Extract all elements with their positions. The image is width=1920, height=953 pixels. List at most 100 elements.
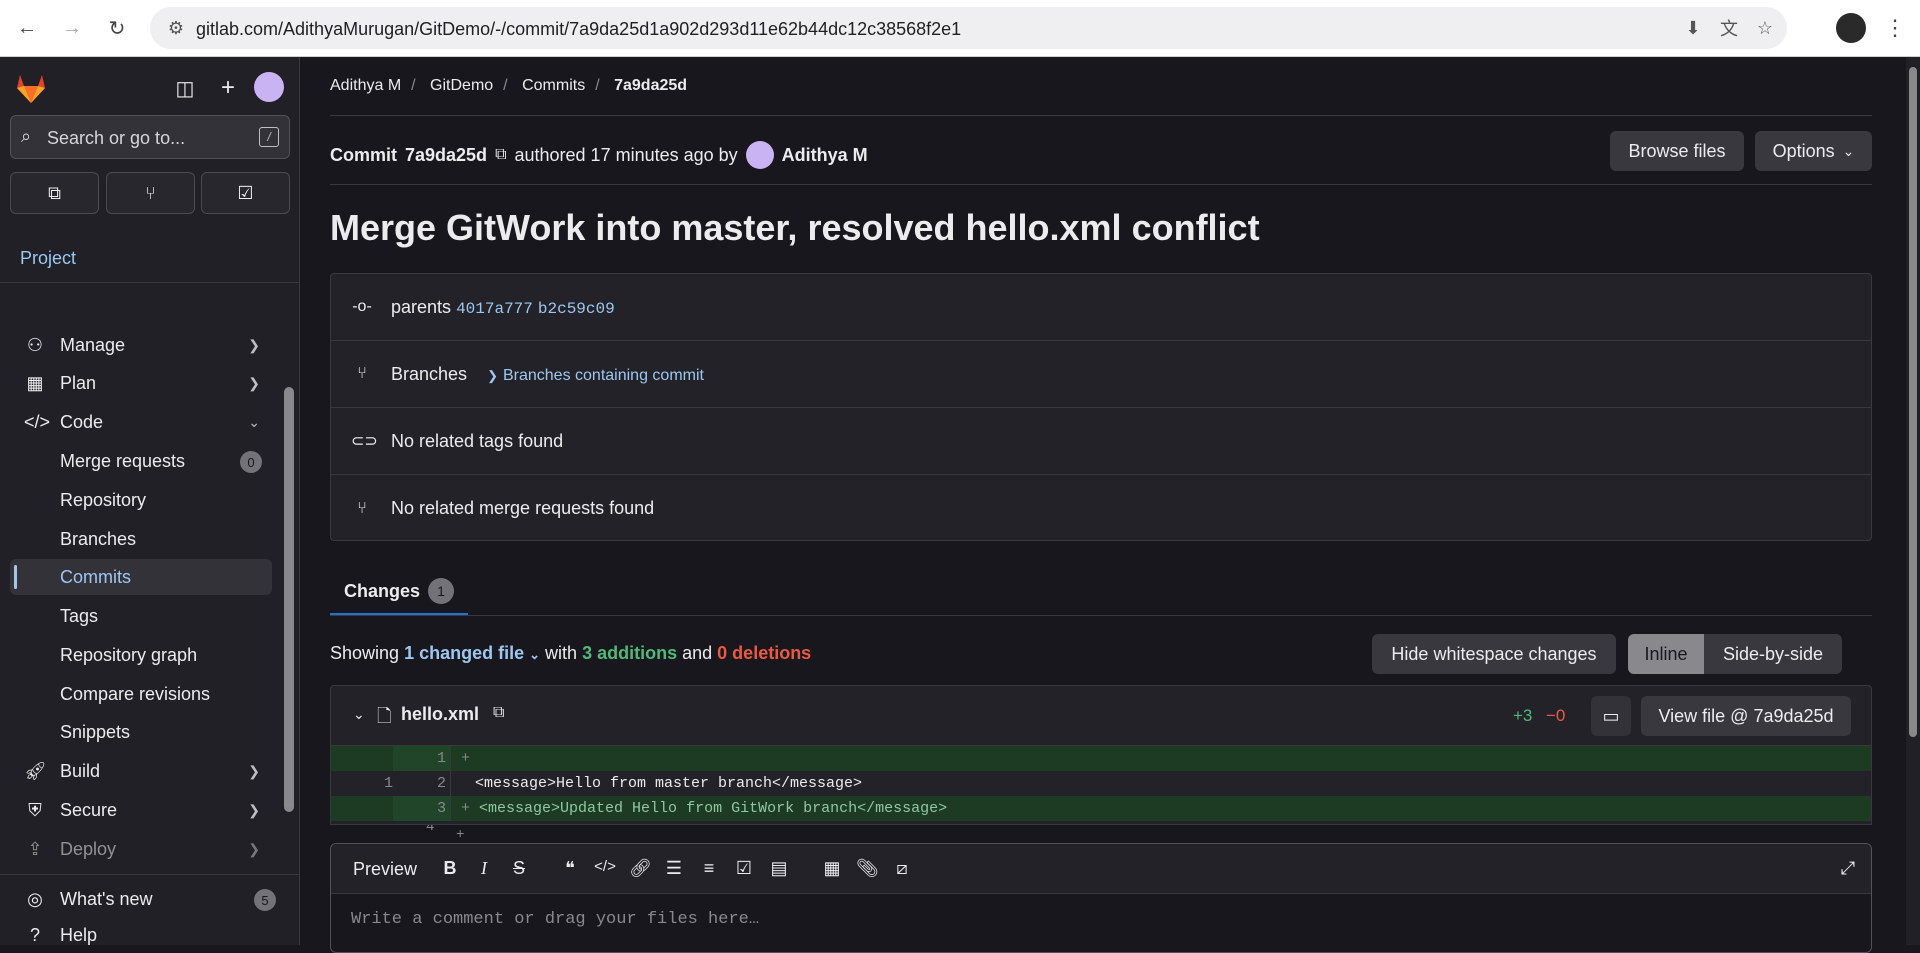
code-icon[interactable]: </> [594, 858, 616, 875]
strikethrough-icon[interactable]: S [508, 858, 530, 879]
preview-tab[interactable]: Preview [353, 859, 417, 880]
comment-placeholder[interactable]: Write a comment or drag your files here… [351, 910, 759, 929]
install-icon[interactable]: ⬇ [1681, 16, 1705, 40]
whats-new-link[interactable]: ◎ What's new 5 [10, 881, 276, 917]
chevron-right-icon: ❯ [248, 840, 260, 857]
hide-whitespace-button[interactable]: Hide whitespace changes [1372, 634, 1616, 674]
search-placeholder: Search or go to... [47, 128, 186, 148]
divider [0, 874, 300, 875]
todos-button[interactable]: ☑ [201, 172, 290, 214]
side-by-side-toggle[interactable]: Side-by-side [1704, 634, 1842, 674]
sidebar-item-snippets[interactable]: Snippets [10, 714, 272, 750]
profile-avatar[interactable] [1836, 13, 1866, 43]
quote-icon[interactable]: ❝ [559, 858, 581, 879]
sidebar-item-manage[interactable]: ⚇ Manage ❯ [10, 327, 272, 363]
breadcrumb-project[interactable]: GitDemo [430, 77, 493, 94]
sidebar-item-tags[interactable]: Tags [10, 598, 272, 634]
sidebar-item-deploy[interactable]: ⇪ Deploy ❯ [10, 831, 272, 867]
author-avatar[interactable] [745, 141, 774, 169]
sidebar-item-repository-graph[interactable]: Repository graph [10, 637, 272, 673]
user-avatar[interactable] [254, 72, 284, 102]
divider [330, 115, 1872, 116]
main-content: Adithya M / GitDemo / Commits/ 7a9da25d Co… [300, 57, 1906, 953]
tab-changes[interactable]: Changes 1 [330, 569, 468, 615]
page-scrollbar[interactable] [1906, 57, 1920, 945]
options-button[interactable]: Options ⌄ [1755, 131, 1872, 171]
sidebar-scrollbar[interactable] [284, 387, 294, 812]
address-bar[interactable]: ⚙ gitlab.com/AdithyaMurugan/GitDemo/-/co… [150, 7, 1787, 49]
issues-button[interactable]: ⧉ [10, 172, 99, 214]
chevron-right-icon: ❯ [248, 801, 260, 818]
bullet-list-icon[interactable]: ☰ [663, 858, 685, 879]
sidebar-item-plan[interactable]: ▦ Plan ❯ [10, 365, 272, 401]
comment-editor: Preview B I S ❝ </> 🔗︎ ☰ ≡ ☑ ▤ ▦ 📎︎ ⧄ ⤢ … [330, 843, 1872, 953]
divider [330, 184, 1872, 185]
collapsible-icon[interactable]: ▤ [768, 858, 790, 879]
new-icon[interactable]: + [213, 73, 243, 103]
shield-icon: ⛨ [28, 799, 42, 820]
branches-containing-link[interactable]: Branches containing commit [503, 367, 704, 384]
author-name[interactable]: Adithya M [782, 145, 868, 166]
chevron-right-icon: ❯ [487, 367, 498, 383]
comment-button[interactable]: ▭ [1591, 696, 1631, 736]
gitlab-logo-icon[interactable] [12, 69, 50, 107]
search-input[interactable]: ⌕ Search or go to... / [10, 115, 290, 159]
additions-count: +3 [1513, 706, 1533, 725]
file-name[interactable]: hello.xml [401, 704, 479, 725]
diff-summary: Showing 1 changed file ⌄ with 3 addition… [330, 643, 812, 663]
diff-line: 1 + [331, 746, 1871, 771]
slash-command-icon[interactable]: ⧄ [891, 858, 913, 879]
merge-requests-button[interactable]: ⑂ [106, 172, 195, 214]
task-list-icon[interactable]: ☑ [733, 858, 755, 879]
diff-line-partial: 4 + [426, 825, 465, 839]
sidebar: ◫ + ⌕ Search or go to... / ⧉ ⑂ ☑ Project… [0, 57, 300, 945]
sidebar-item-compare-revisions[interactable]: Compare revisions [10, 676, 272, 712]
sidebar-item-repository[interactable]: Repository [10, 482, 272, 518]
breadcrumb-user[interactable]: Adithya M [330, 77, 401, 94]
project-section-title: Project [20, 248, 77, 268]
link-icon[interactable]: 🔗︎ [629, 858, 652, 879]
merge-request-icon: ⑂ [145, 182, 156, 203]
chevron-down-icon[interactable]: ⌄ [529, 647, 540, 662]
browser-toolbar: ← → ↻ ⚙ gitlab.com/AdithyaMurugan/GitDem… [0, 0, 1920, 57]
reload-icon[interactable]: ↻ [102, 13, 132, 43]
file-diff: ⌄ 🗋 hello.xml ⧉ +3 −0 ▭ View file @ 7a9d… [330, 685, 1872, 825]
chevron-down-icon[interactable]: ⌄ [353, 706, 365, 723]
fullscreen-icon[interactable]: ⤢ [1837, 858, 1859, 879]
star-icon[interactable]: ☆ [1753, 16, 1777, 40]
sidebar-item-branches[interactable]: Branches [10, 521, 272, 557]
italic-icon[interactable]: I [473, 858, 495, 879]
sidebar-item-commits[interactable]: Commits [10, 559, 272, 595]
view-file-button[interactable]: View file @ 7a9da25d [1641, 696, 1851, 736]
editor-toolbar: Preview B I S ❝ </> 🔗︎ ☰ ≡ ☑ ▤ ▦ 📎︎ ⧄ ⤢ [331, 844, 1871, 894]
commit-label: Commit [330, 144, 397, 165]
breadcrumb-commits[interactable]: Commits [522, 77, 585, 94]
sidebar-item-merge-requests[interactable]: Merge requests 0 [10, 443, 272, 479]
menu-icon[interactable]: ⋮ [1880, 13, 1910, 43]
parent-sha-link[interactable]: b2c59c09 [538, 300, 615, 318]
translate-icon[interactable]: 文 [1717, 16, 1741, 40]
table-icon[interactable]: ▦ [821, 858, 843, 879]
sidebar-toggle-icon[interactable]: ◫ [170, 73, 200, 103]
browse-files-button[interactable]: Browse files [1610, 131, 1744, 171]
sidebar-item-build[interactable]: 🚀︎ Build ❯ [10, 753, 272, 789]
forward-icon[interactable]: → [57, 13, 87, 43]
parent-sha-link[interactable]: 4017a777 [456, 300, 533, 318]
breadcrumb-current: 7a9da25d [614, 77, 688, 94]
site-info-icon[interactable]: ⚙ [164, 16, 188, 40]
copy-icon[interactable]: ⧉ [493, 704, 504, 722]
help-link[interactable]: ? Help [10, 917, 272, 953]
authored-text: authored 17 minutes ago by [514, 144, 738, 165]
copy-icon[interactable]: ⧉ [495, 146, 506, 164]
attach-icon[interactable]: 📎︎ [856, 858, 879, 879]
sidebar-item-code[interactable]: </> Code ⌄ [10, 404, 272, 440]
inline-toggle[interactable]: Inline [1628, 634, 1704, 674]
bold-icon[interactable]: B [439, 858, 461, 879]
sidebar-item-secure[interactable]: ⛨ Secure ❯ [10, 792, 272, 828]
changed-files-dropdown[interactable]: 1 changed file [404, 643, 524, 663]
numbered-list-icon[interactable]: ≡ [698, 858, 720, 879]
back-icon[interactable]: ← [12, 13, 42, 43]
branches-row: ⑂ Branches ❯ Branches containing commit [331, 341, 1871, 408]
scrollbar-thumb[interactable] [1909, 67, 1917, 737]
breadcrumb: Adithya M / GitDemo / Commits/ 7a9da25d [330, 77, 688, 94]
